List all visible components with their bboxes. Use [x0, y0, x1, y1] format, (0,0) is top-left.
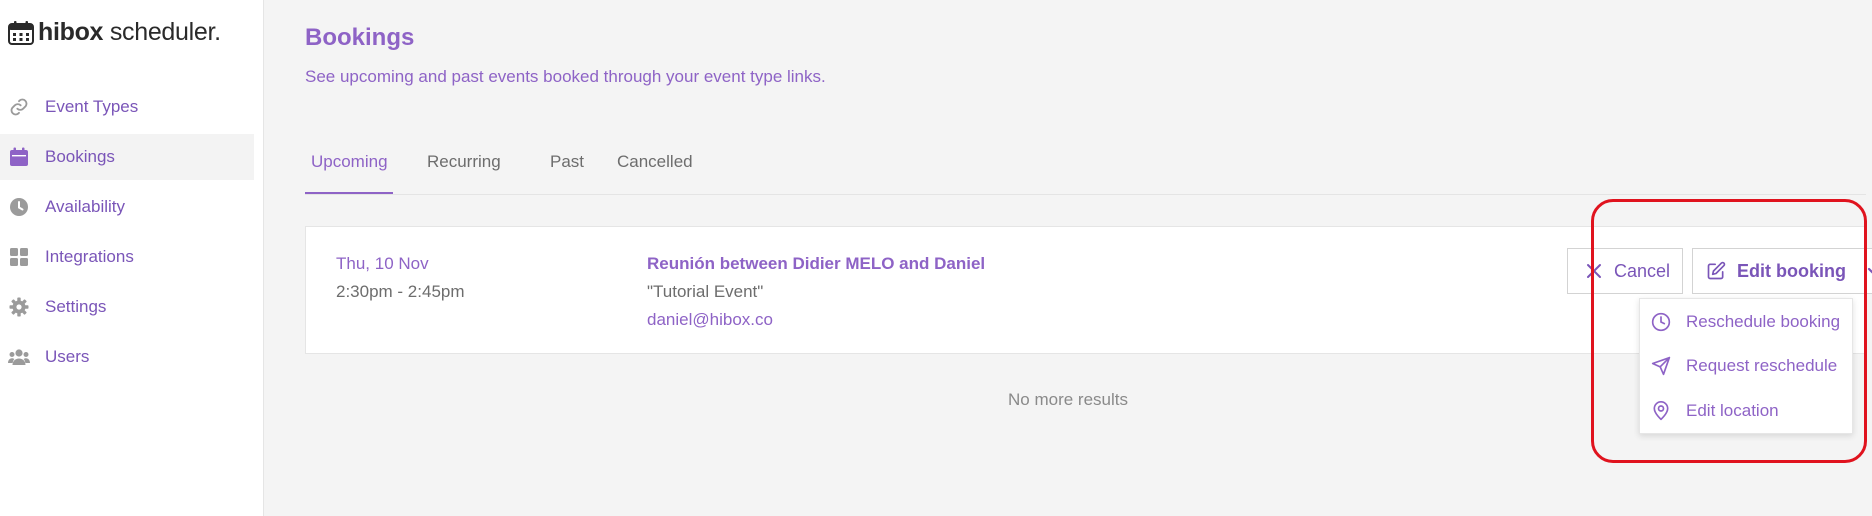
- menu-item-label: Edit location: [1686, 401, 1779, 420]
- sidebar-item-bookings[interactable]: Bookings: [0, 134, 254, 180]
- sidebar-item-availability[interactable]: Availability: [0, 184, 254, 230]
- sidebar-item-label: Availability: [45, 197, 126, 216]
- clock-icon: [8, 196, 30, 218]
- booking-card: Thu, 10 Nov 2:30pm - 2:45pm Reunión betw…: [305, 226, 1872, 354]
- gear-icon: [8, 296, 30, 318]
- page-title: Bookings: [305, 24, 415, 51]
- link-icon: [8, 96, 30, 118]
- booking-attendee-email[interactable]: daniel@hibox.co: [647, 310, 773, 330]
- booking-title[interactable]: Reunión between Didier MELO and Daniel: [647, 254, 985, 274]
- sidebar-item-users[interactable]: Users: [0, 334, 254, 380]
- send-icon: [1650, 355, 1672, 377]
- main-content: Bookings See upcoming and past events bo…: [264, 0, 1872, 516]
- booking-event-type: "Tutorial Event": [647, 282, 764, 301]
- cancel-button-label: Cancel: [1614, 260, 1671, 281]
- menu-item-edit-location[interactable]: Edit location: [1650, 396, 1779, 426]
- tab-past[interactable]: Past: [550, 148, 584, 194]
- cancel-button[interactable]: Cancel: [1567, 248, 1683, 294]
- booking-date: Thu, 10 Nov: [336, 254, 429, 273]
- page-subtitle: See upcoming and past events booked thro…: [305, 67, 826, 86]
- tab-cancelled[interactable]: Cancelled: [617, 148, 693, 194]
- sidebar: hibox scheduler. Event Types Bookings Av…: [0, 0, 264, 516]
- booking-tabs: Upcoming Recurring Past Cancelled: [305, 148, 1866, 195]
- sidebar-nav: Event Types Bookings Availability Integr…: [0, 84, 254, 384]
- edit-booking-label: Edit booking: [1737, 260, 1846, 281]
- tab-upcoming[interactable]: Upcoming: [305, 148, 393, 194]
- grid-icon: [8, 246, 30, 268]
- users-icon: [8, 346, 30, 368]
- sidebar-item-integrations[interactable]: Integrations: [0, 234, 254, 280]
- sidebar-item-label: Settings: [45, 297, 107, 316]
- close-icon: [1586, 263, 1602, 279]
- sidebar-item-label: Users: [45, 347, 90, 366]
- tab-recurring[interactable]: Recurring: [427, 148, 501, 194]
- calendar-icon: [8, 146, 30, 168]
- app-logo[interactable]: hibox scheduler.: [8, 18, 221, 47]
- menu-item-request-reschedule[interactable]: Request reschedule: [1650, 351, 1837, 381]
- calendar-icon: [8, 20, 34, 45]
- edit-booking-button[interactable]: Edit booking: [1692, 248, 1872, 294]
- sidebar-item-label: Bookings: [45, 147, 115, 166]
- menu-item-label: Reschedule booking: [1686, 312, 1841, 331]
- chevron-down-icon: [1866, 264, 1872, 278]
- sidebar-item-event-types[interactable]: Event Types: [0, 84, 254, 130]
- menu-item-reschedule-booking[interactable]: Reschedule booking: [1650, 307, 1840, 337]
- edit-booking-menu: Reschedule booking Request reschedule Ed…: [1639, 298, 1853, 434]
- menu-item-label: Request reschedule: [1686, 356, 1838, 375]
- logo-text: hibox scheduler.: [38, 18, 221, 46]
- clock-icon: [1650, 311, 1672, 333]
- sidebar-item-label: Integrations: [45, 247, 134, 266]
- empty-state-text: No more results: [1008, 390, 1128, 409]
- sidebar-item-label: Event Types: [45, 97, 139, 116]
- sidebar-item-settings[interactable]: Settings: [0, 284, 254, 330]
- map-pin-icon: [1650, 400, 1672, 422]
- booking-time: 2:30pm - 2:45pm: [336, 282, 465, 301]
- edit-icon: [1706, 261, 1726, 281]
